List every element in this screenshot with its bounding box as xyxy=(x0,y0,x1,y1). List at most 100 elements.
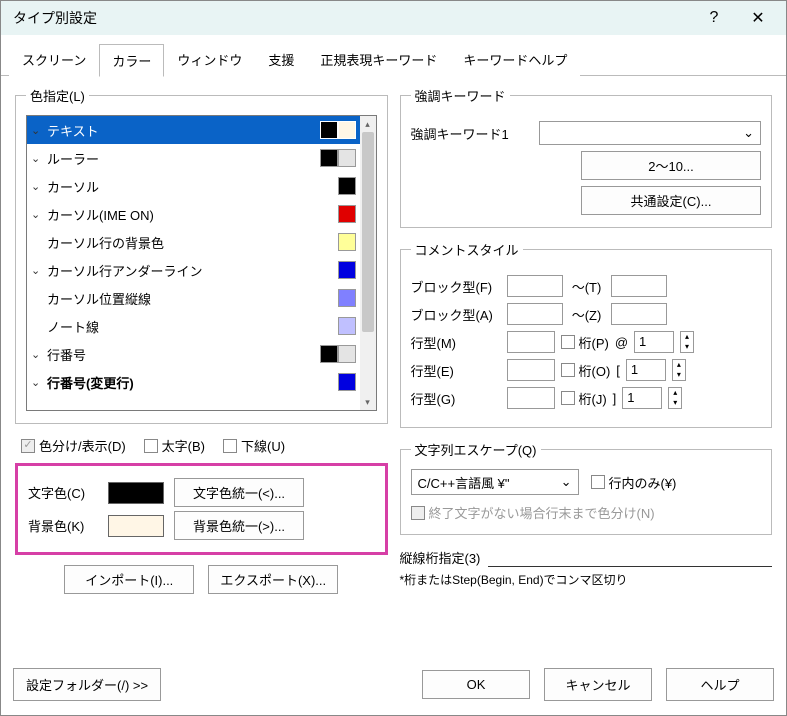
color-swatches xyxy=(320,149,356,167)
tab-color[interactable]: カラー xyxy=(99,44,164,77)
settings-folder-button[interactable]: 設定フォルダー(/) >> xyxy=(13,668,161,701)
escape-group: 文字列エスケープ(Q) C/C++言語風 ¥" ⌄ 行内のみ(¥) 終了文字がな… xyxy=(400,440,773,535)
fg-unify-button[interactable]: 文字色統一(<)... xyxy=(174,478,304,507)
expand-icon: ⌄ xyxy=(31,376,45,389)
comment-legend: コメントスタイル xyxy=(411,240,523,259)
col-o-value[interactable]: 1 xyxy=(626,359,666,381)
colorize-label: 色分け/表示(D) xyxy=(39,436,126,455)
fg-swatch xyxy=(320,121,338,139)
list-item-label: ルーラー xyxy=(45,149,320,168)
line-e-row: 行型(E) 桁(O) [ 1 ▴▾ xyxy=(411,359,762,381)
dialog-footer: 設定フォルダー(/) >> OK キャンセル ヘルプ xyxy=(13,668,774,701)
bold-check[interactable]: 太字(B) xyxy=(144,436,205,455)
underline-check[interactable]: 下線(U) xyxy=(223,436,285,455)
list-item-label: テキスト xyxy=(45,121,320,140)
col-p-spinner[interactable]: ▴▾ xyxy=(680,331,694,353)
keyword-more-button[interactable]: 2〜10... xyxy=(581,151,761,180)
tab-window[interactable]: ウィンドウ xyxy=(164,43,255,76)
col-o-check[interactable]: 桁(O) xyxy=(561,361,611,380)
col-j-check[interactable]: 桁(J) xyxy=(561,389,607,408)
comment-group: コメントスタイル ブロック型(F) 〜(T) ブロック型(A) 〜(Z) 行型(… xyxy=(400,240,773,428)
line-m-label: 行型(M) xyxy=(411,333,501,352)
bg-unify-button[interactable]: 背景色統一(>)... xyxy=(174,511,304,540)
vline-note: *桁またはStep(Begin, End)でコンマ区切り xyxy=(400,571,773,588)
expand-icon: ⌄ xyxy=(31,208,45,221)
scroll-thumb[interactable] xyxy=(362,132,374,332)
spin-down-icon: ▾ xyxy=(673,370,685,380)
style-checks-row: ✓ 色分け/表示(D) 太字(B) 下線(U) xyxy=(21,436,388,455)
colorize-check[interactable]: ✓ 色分け/表示(D) xyxy=(21,436,126,455)
expand-icon: ⌄ xyxy=(31,152,45,165)
dialog-window: タイプ別設定 ? ✕ スクリーン カラー ウィンドウ 支援 正規表現キーワード … xyxy=(0,0,787,716)
close-icon[interactable]: ✕ xyxy=(736,3,780,33)
tab-support[interactable]: 支援 xyxy=(255,43,307,76)
list-item[interactable]: ⌄行番号(変更行) xyxy=(27,368,360,396)
expand-icon: ⌄ xyxy=(31,180,45,193)
bg-color-well[interactable] xyxy=(108,515,164,537)
fg-swatch xyxy=(320,345,338,363)
tab-keyword-help[interactable]: キーワードヘルプ xyxy=(450,43,580,76)
checkbox-icon: ✓ xyxy=(21,439,35,453)
escape-select[interactable]: C/C++言語風 ¥" ⌄ xyxy=(411,469,579,495)
block-f-row: ブロック型(F) 〜(T) xyxy=(411,275,762,297)
inline-only-check[interactable]: 行内のみ(¥) xyxy=(591,473,677,492)
listbox-scrollbar[interactable]: ▴ ▾ xyxy=(360,116,376,410)
bg-label: 背景色(K) xyxy=(28,516,98,535)
keyword1-select[interactable]: ⌄ xyxy=(539,121,762,145)
color-spec-legend: 色指定(L) xyxy=(26,86,89,105)
col-o-spinner[interactable]: ▴▾ xyxy=(672,359,686,381)
color-swatches xyxy=(338,205,356,223)
help-button[interactable]: ヘルプ xyxy=(666,668,774,701)
block-a-end-input[interactable] xyxy=(611,303,667,325)
line-g-label: 行型(G) xyxy=(411,389,501,408)
color-listbox[interactable]: ⌄テキスト⌄ルーラー⌄カーソル⌄カーソル(IME ON)カーソル行の背景色⌄カー… xyxy=(26,115,377,411)
escape-legend: 文字列エスケープ(Q) xyxy=(411,440,541,459)
vline-input[interactable] xyxy=(488,547,772,567)
list-item[interactable]: ⌄テキスト xyxy=(27,116,360,144)
block-f-end-input[interactable] xyxy=(611,275,667,297)
eol-colorize-check: 終了文字がない場合行末まで色分け(N) xyxy=(411,503,762,522)
chevron-down-icon: ⌄ xyxy=(743,125,754,141)
cancel-button[interactable]: キャンセル xyxy=(544,668,652,701)
tilde-z-label: 〜(Z) xyxy=(569,305,605,324)
keyword-common-button[interactable]: 共通設定(C)... xyxy=(581,186,761,215)
col-j-spinner[interactable]: ▴▾ xyxy=(668,387,682,409)
checkbox-icon xyxy=(223,439,237,453)
help-icon[interactable]: ? xyxy=(692,3,736,33)
scroll-up-icon[interactable]: ▴ xyxy=(360,116,376,132)
ok-button[interactable]: OK xyxy=(422,670,530,699)
escape-select-value: C/C++言語風 ¥" xyxy=(418,473,510,492)
list-item[interactable]: ⌄カーソル行アンダーライン xyxy=(27,256,360,284)
fg-color-well[interactable] xyxy=(108,482,164,504)
fg-swatch xyxy=(338,317,356,335)
list-item[interactable]: カーソル行の背景色 xyxy=(27,228,360,256)
list-item-label: ノート線 xyxy=(45,317,338,336)
list-item-label: カーソル位置縦線 xyxy=(45,289,338,308)
list-item[interactable]: ⌄カーソル xyxy=(27,172,360,200)
tab-regex-keyword[interactable]: 正規表現キーワード xyxy=(307,43,450,76)
line-g-input[interactable] xyxy=(507,387,555,409)
titlebar: タイプ別設定 ? ✕ xyxy=(1,1,786,35)
block-a-row: ブロック型(A) 〜(Z) xyxy=(411,303,762,325)
block-a-start-input[interactable] xyxy=(507,303,563,325)
list-item[interactable]: ⌄行番号 xyxy=(27,340,360,368)
fg-swatch xyxy=(338,373,356,391)
block-f-start-input[interactable] xyxy=(507,275,563,297)
checkbox-icon xyxy=(561,363,575,377)
col-j-value[interactable]: 1 xyxy=(622,387,662,409)
scroll-down-icon[interactable]: ▾ xyxy=(360,394,376,410)
eol-colorize-label: 終了文字がない場合行末まで色分け(N) xyxy=(429,503,655,522)
list-item[interactable]: ⌄ルーラー xyxy=(27,144,360,172)
col-p-value[interactable]: 1 xyxy=(634,331,674,353)
tab-screen[interactable]: スクリーン xyxy=(9,43,99,76)
bracket-r-label: ] xyxy=(613,391,617,406)
list-item[interactable]: ノート線 xyxy=(27,312,360,340)
export-button[interactable]: エクスポート(X)... xyxy=(208,565,338,594)
line-e-input[interactable] xyxy=(507,359,555,381)
list-item[interactable]: ⌄カーソル(IME ON) xyxy=(27,200,360,228)
line-m-input[interactable] xyxy=(507,331,555,353)
list-item[interactable]: カーソル位置縦線 xyxy=(27,284,360,312)
col-p-check[interactable]: 桁(P) xyxy=(561,333,609,352)
import-button[interactable]: インポート(I)... xyxy=(64,565,194,594)
checkbox-icon xyxy=(591,475,605,489)
